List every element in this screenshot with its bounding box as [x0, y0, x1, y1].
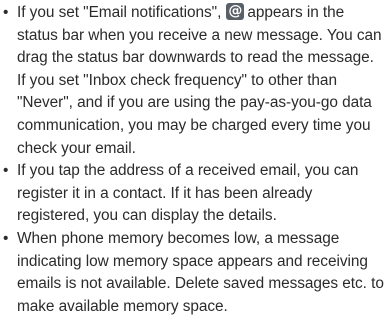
note-email-notifications: • If you set "Email notifications",appea…	[0, 2, 384, 160]
note-text: When phone memory becomes low, a message…	[17, 229, 384, 315]
bullet-marker: •	[3, 4, 9, 21]
notes-bullet-list: • If you set "Email notifications",appea…	[0, 0, 384, 318]
email-notification-icon	[226, 3, 245, 20]
note-register-contact: • If you tap the address of a received e…	[0, 160, 384, 228]
bullet-marker: •	[3, 229, 9, 247]
note-low-memory: • When phone memory becomes low, a messa…	[0, 228, 384, 318]
bullet-marker: •	[3, 162, 9, 180]
note-text-before-icon: If you set "Email notifications",	[17, 4, 222, 21]
note-text: If you tap the address of a received ema…	[17, 162, 359, 225]
note-text-after-icon: appears in the status bar when you recei…	[17, 4, 382, 157]
